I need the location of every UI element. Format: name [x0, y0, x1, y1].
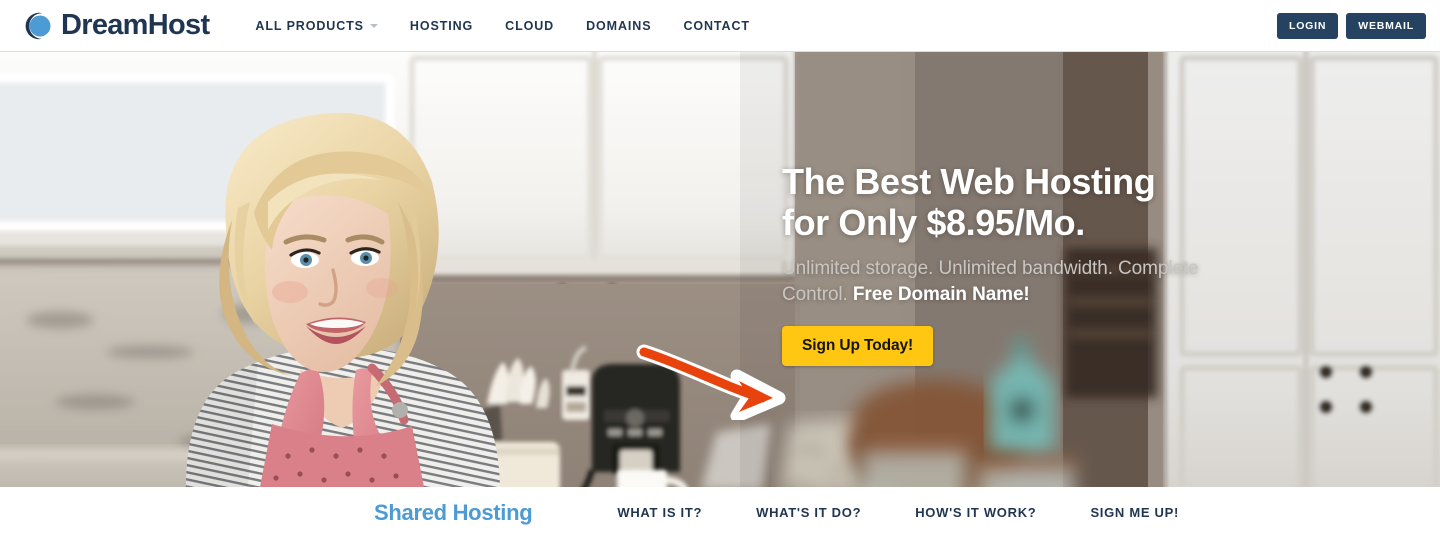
subnav-link-what-is-it[interactable]: WHAT IS IT? [590, 505, 729, 520]
chevron-down-icon [369, 23, 378, 28]
nav-item-domains[interactable]: DOMAINS [570, 19, 667, 33]
nav-label: ALL PRODUCTS [255, 18, 364, 33]
nav-item-hosting[interactable]: HOSTING [394, 19, 489, 33]
main-nav: ALL PRODUCTS HOSTING CLOUD DOMAINS CONTA… [239, 19, 766, 33]
nav-label: CLOUD [505, 18, 555, 33]
logo-text: DreamHost [61, 9, 210, 41]
sign-up-today-button[interactable]: Sign Up Today! [782, 325, 934, 366]
subnav-links: WHAT IS IT? WHAT'S IT DO? HOW'S IT WORK?… [590, 505, 1206, 520]
nav-item-cloud[interactable]: CLOUD [489, 19, 570, 33]
nav-label: HOSTING [409, 18, 474, 33]
dreamhost-logo[interactable]: DreamHost [22, 9, 210, 42]
subnav-title-shared-hosting[interactable]: Shared Hosting [374, 500, 533, 526]
subnav-link-whats-it-do[interactable]: WHAT'S IT DO? [729, 505, 888, 520]
hero-content: The Best Web Hosting for Only $8.95/Mo. … [782, 161, 1202, 366]
hero-banner: The Best Web Hosting for Only $8.95/Mo. … [0, 52, 1440, 487]
nav-label: CONTACT [683, 18, 750, 33]
hero-headline: The Best Web Hosting for Only $8.95/Mo. [782, 161, 1156, 243]
hero-sub-strong: Free Domain Name! [852, 283, 1030, 305]
subnav-link-sign-me-up[interactable]: SIGN ME UP! [1063, 505, 1206, 520]
nav-item-all-products[interactable]: ALL PRODUCTS [239, 19, 394, 33]
curved-arrow-right-icon [636, 344, 786, 420]
webmail-button[interactable]: WEBMAIL [1346, 12, 1426, 39]
dreamhost-homepage: DreamHost ALL PRODUCTS HOSTING CLOUD DOM… [0, 0, 1440, 538]
product-subnav: Shared Hosting WHAT IS IT? WHAT'S IT DO?… [0, 487, 1440, 538]
login-button[interactable]: LOGIN [1276, 12, 1339, 39]
site-header: DreamHost ALL PRODUCTS HOSTING CLOUD DOM… [0, 0, 1440, 52]
nav-item-contact[interactable]: CONTACT [667, 19, 765, 33]
subnav-link-hows-it-work[interactable]: HOW'S IT WORK? [888, 505, 1063, 520]
hero-kitchen-photo [0, 52, 1440, 487]
dreamhost-crescent-logo-icon [22, 10, 54, 42]
header-actions: LOGIN WEBMAIL [1276, 12, 1426, 39]
hero-subheadline: Unlimited storage. Unlimited bandwidth. … [782, 256, 1202, 307]
nav-label: DOMAINS [586, 18, 652, 33]
